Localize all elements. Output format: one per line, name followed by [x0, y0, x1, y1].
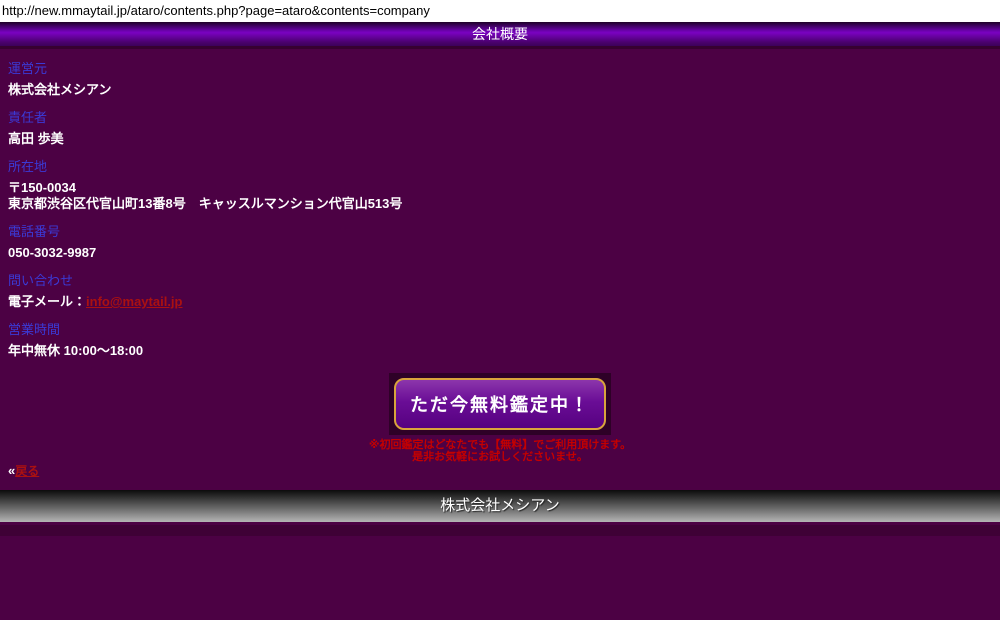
company-info-section: 運営元 株式会社メシアン 責任者 高田 歩美 所在地 〒150-0034 東京都… [0, 49, 1000, 371]
hours-value: 年中無休 10:00～18:00 [8, 343, 992, 359]
page-title: 会社概要 [472, 26, 528, 42]
bottom-dark-band [0, 525, 1000, 536]
footer-company-name: 株式会社メシアン [440, 497, 559, 514]
contact-label: 問い合わせ [8, 273, 992, 288]
cta-button-shadow: ただ今無料鑑定中！ [389, 373, 611, 435]
email-prefix: 電子メール： [8, 294, 86, 309]
manager-value: 高田 歩美 [8, 131, 992, 147]
cta-section: ただ今無料鑑定中！ ※初回鑑定はどなたでも【無料】でご利用頂けます。 是非お気軽… [0, 371, 1000, 463]
page-url-text: http://new.mmaytail.jp/ataro/contents.ph… [0, 0, 1000, 22]
phone-value: 050-3032-9987 [8, 245, 992, 261]
page-bottom-area [0, 522, 1000, 620]
phone-label: 電話番号 [8, 224, 992, 239]
address-value: 〒150-0034 東京都渋谷区代官山町13番8号 キャッスルマンション代官山5… [8, 180, 992, 212]
cta-note-line1: ※初回鑑定はどなたでも【無料】でご利用頂けます。 [0, 439, 1000, 451]
cta-note: ※初回鑑定はどなたでも【無料】でご利用頂けます。 是非お気軽にお試しくださいませ… [0, 439, 1000, 463]
email-link[interactable]: info@maytail.jp [86, 294, 182, 309]
hours-label: 営業時間 [8, 322, 992, 337]
free-appraisal-button[interactable]: ただ今無料鑑定中！ [394, 378, 606, 430]
back-row: «戻る [0, 463, 1000, 478]
street-address: 東京都渋谷区代官山町13番8号 キャッスルマンション代官山513号 [8, 196, 992, 212]
address-label: 所在地 [8, 159, 992, 174]
operator-label: 運営元 [8, 61, 992, 76]
postal-code: 〒150-0034 [8, 180, 992, 196]
operator-value: 株式会社メシアン [8, 82, 992, 98]
page-title-bar: 会社概要 [0, 22, 1000, 46]
cta-note-line2: 是非お気軽にお試しくださいませ。 [0, 451, 1000, 463]
back-link[interactable]: 戻る [15, 464, 39, 478]
manager-label: 責任者 [8, 110, 992, 125]
contact-value: 電子メール：info@maytail.jp [8, 294, 992, 310]
footer-bar: 株式会社メシアン [0, 490, 1000, 522]
